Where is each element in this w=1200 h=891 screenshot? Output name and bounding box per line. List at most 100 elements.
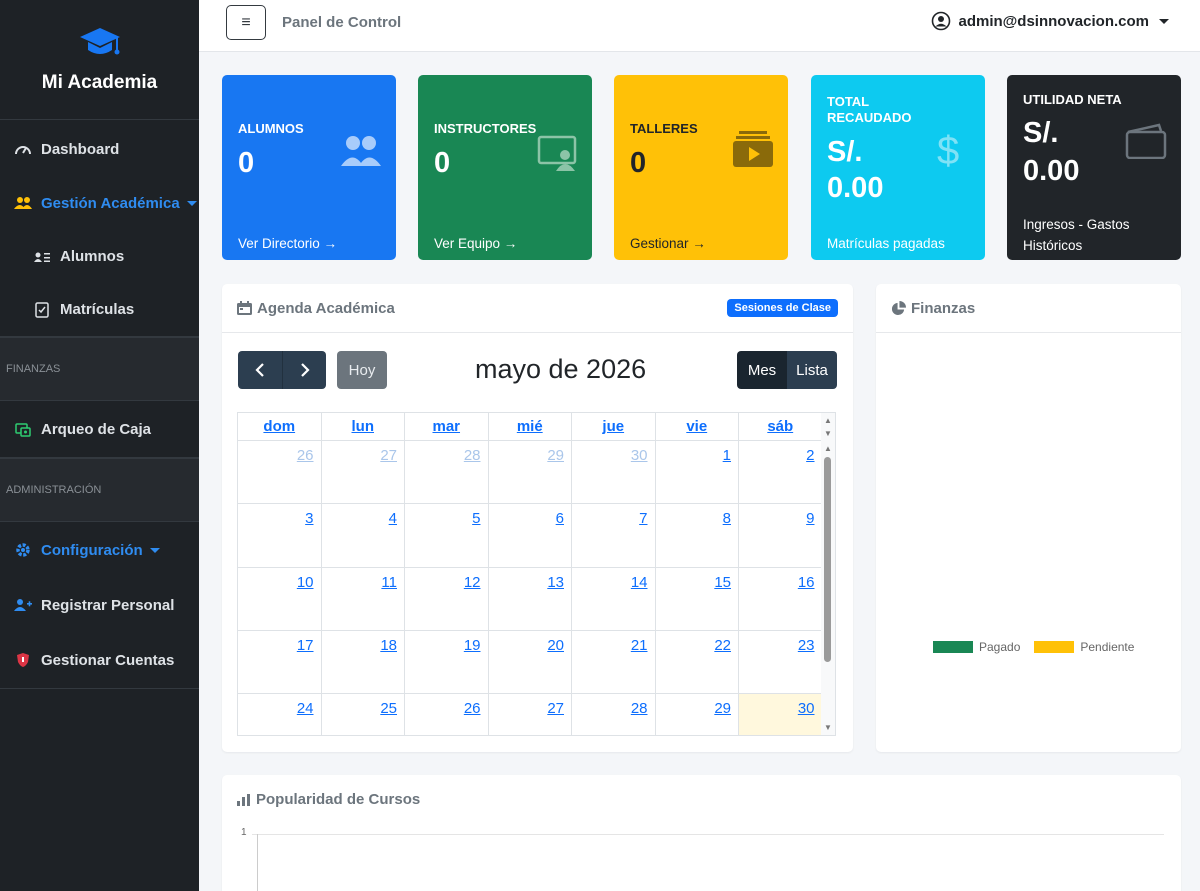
calendar-header-row: dom lun mar mié jue vie sáb — [238, 413, 835, 441]
sidebar-item-configuracion[interactable]: Configuración — [0, 522, 199, 578]
sidebar-item-label: Registrar Personal — [41, 596, 175, 614]
calendar-day-cell[interactable]: 30 — [739, 694, 823, 735]
chevron-down-icon — [149, 547, 160, 553]
sidebar-item-matriculas[interactable]: Matrículas — [0, 283, 199, 336]
day-header-4[interactable]: jue — [572, 413, 656, 440]
calendar-day-cell[interactable]: 27 — [322, 441, 405, 504]
day-header-3[interactable]: mié — [489, 413, 572, 440]
users-icon — [13, 193, 33, 213]
agenda-panel: Agenda Académica Sesiones de Clase Hoy m… — [222, 284, 853, 752]
card-label: ALUMNOS — [238, 121, 304, 136]
sidebar-item-registrar-personal[interactable]: Registrar Personal — [0, 578, 199, 632]
user-menu[interactable]: admin@dsinnovacion.com — [931, 11, 1169, 31]
sidebar: Mi Academia Dashboard Gestión Académica … — [0, 0, 199, 891]
scrollbar-thumb[interactable] — [824, 457, 831, 662]
calendar-day-cell[interactable]: 19 — [405, 630, 489, 694]
day-header-5[interactable]: vie — [656, 413, 739, 440]
ver-directorio-link[interactable]: Ver Directorio → — [238, 236, 337, 251]
agenda-title: Agenda Académica — [257, 299, 395, 317]
calendar-day-cell[interactable]: 28 — [572, 694, 656, 735]
calendar-day-cell[interactable]: 23 — [739, 630, 823, 694]
next-month-button[interactable] — [282, 351, 326, 389]
calendar-day-cell[interactable]: 10 — [238, 567, 322, 630]
users-icon — [341, 136, 381, 166]
id-card-icon — [32, 247, 52, 267]
calendar-day-cell[interactable]: 27 — [489, 694, 572, 735]
calendar-day-cell[interactable]: 30 — [572, 441, 656, 504]
day-header-1[interactable]: lun — [322, 413, 405, 440]
scroll-down-icon[interactable]: ▼ — [824, 723, 832, 732]
view-month-button[interactable]: Mes — [737, 351, 787, 389]
brand[interactable]: Mi Academia — [0, 0, 199, 120]
day-header-6[interactable]: sáb — [739, 413, 823, 440]
calendar-day-cell[interactable]: 20 — [489, 630, 572, 694]
calendar-day-cell[interactable]: 24 — [238, 694, 322, 735]
card-value: 0 — [238, 147, 255, 179]
calendar-day-cell[interactable]: 29 — [489, 441, 572, 504]
checklist-icon — [32, 300, 52, 320]
card-label-line1: TOTAL — [827, 94, 870, 109]
scroll-up-icon[interactable]: ▲ — [824, 444, 832, 453]
menu-toggle-button[interactable]: ≡ — [226, 5, 266, 40]
card-label: TALLERES — [630, 121, 698, 136]
topbar: ≡ Panel de Control admin@dsinnovacion.co… — [199, 0, 1200, 52]
calendar-day-cell[interactable]: 2 — [739, 441, 823, 504]
calendar-day-cell[interactable]: 4 — [322, 504, 405, 567]
calendar-month-title: mayo de 2026 — [475, 354, 647, 384]
sidebar-item-label: Dashboard — [41, 140, 120, 158]
sidebar-item-arqueo-de-caja[interactable]: Arqueo de Caja — [0, 401, 199, 457]
view-list-button[interactable]: Lista — [787, 351, 837, 389]
calendar-day-cell[interactable]: 29 — [656, 694, 739, 735]
calendar-day-cell[interactable]: 1 — [656, 441, 739, 504]
calendar-day-cell[interactable]: 12 — [405, 567, 489, 630]
today-button[interactable]: Hoy — [337, 351, 387, 389]
calendar-day-cell[interactable]: 11 — [322, 567, 405, 630]
calendar-day-cell[interactable]: 13 — [489, 567, 572, 630]
calendar-day-cell[interactable]: 17 — [238, 630, 322, 694]
scroll-down-icon[interactable]: ▼ — [824, 429, 832, 438]
calendar-day-cell[interactable]: 26 — [405, 694, 489, 735]
calendar-day-cell[interactable]: 21 — [572, 630, 656, 694]
matriculas-pagadas-link[interactable]: Matrículas pagadas — [827, 236, 945, 251]
dollar-icon: $ — [937, 129, 960, 173]
gestionar-link[interactable]: Gestionar → — [630, 236, 706, 251]
sidebar-item-label: Gestión Académica — [41, 194, 180, 212]
day-header-2[interactable]: mar — [405, 413, 489, 440]
calendar-day-cell[interactable]: 18 — [322, 630, 405, 694]
calendar-day-cell[interactable]: 5 — [405, 504, 489, 567]
chalkboard-teacher-icon — [537, 135, 577, 171]
card-utilidad-neta: UTILIDAD NETA S/. 0.00 Ingresos - Gastos… — [1007, 75, 1181, 260]
calendar-scrollbar[interactable]: ▲ ▼ ▲ ▼ — [821, 413, 835, 735]
day-header-0[interactable]: dom — [238, 413, 322, 440]
calendar-day-cell[interactable]: 15 — [656, 567, 739, 630]
calendar-day-cell[interactable]: 8 — [656, 504, 739, 567]
card-footer-line1: Ingresos - Gastos — [1023, 217, 1130, 232]
calendar-day-cell[interactable]: 16 — [739, 567, 823, 630]
card-footer-line2: Históricos — [1023, 238, 1083, 253]
sidebar-item-gestionar-cuentas[interactable]: Gestionar Cuentas — [0, 632, 199, 688]
card-label: INSTRUCTORES — [434, 121, 537, 136]
calendar-day-cell[interactable]: 22 — [656, 630, 739, 694]
calendar-day-cell[interactable]: 25 — [322, 694, 405, 735]
scroll-up-icon[interactable]: ▲ — [824, 416, 832, 425]
calendar-day-cell[interactable]: 9 — [739, 504, 823, 567]
sidebar-item-alumnos[interactable]: Alumnos — [0, 230, 199, 283]
calendar-day-cell[interactable]: 6 — [489, 504, 572, 567]
calendar-week-row: 10 11 12 13 14 15 16 — [238, 567, 835, 631]
finanzas-panel-header: Finanzas — [876, 284, 1181, 333]
calendar-day-cell[interactable]: 3 — [238, 504, 322, 567]
calendar-day-cell[interactable]: 28 — [405, 441, 489, 504]
calendar-day-cell[interactable]: 7 — [572, 504, 656, 567]
calendar-day-cell[interactable]: 14 — [572, 567, 656, 630]
user-plus-icon — [13, 595, 33, 615]
prev-month-button[interactable] — [238, 351, 282, 389]
sidebar-item-label: Alumnos — [60, 248, 125, 265]
sidebar-item-dashboard[interactable]: Dashboard — [0, 122, 199, 176]
chevron-down-icon — [1159, 18, 1169, 24]
ver-equipo-link[interactable]: Ver Equipo → — [434, 236, 517, 251]
sidebar-item-gestion-academica[interactable]: Gestión Académica — [0, 176, 199, 230]
legend-swatch-pendiente — [1034, 641, 1075, 653]
calendar-day-cell[interactable]: 26 — [238, 441, 322, 504]
section-finanzas: FINANZAS — [0, 337, 199, 401]
card-value-line2: 0.00 — [1023, 155, 1080, 187]
